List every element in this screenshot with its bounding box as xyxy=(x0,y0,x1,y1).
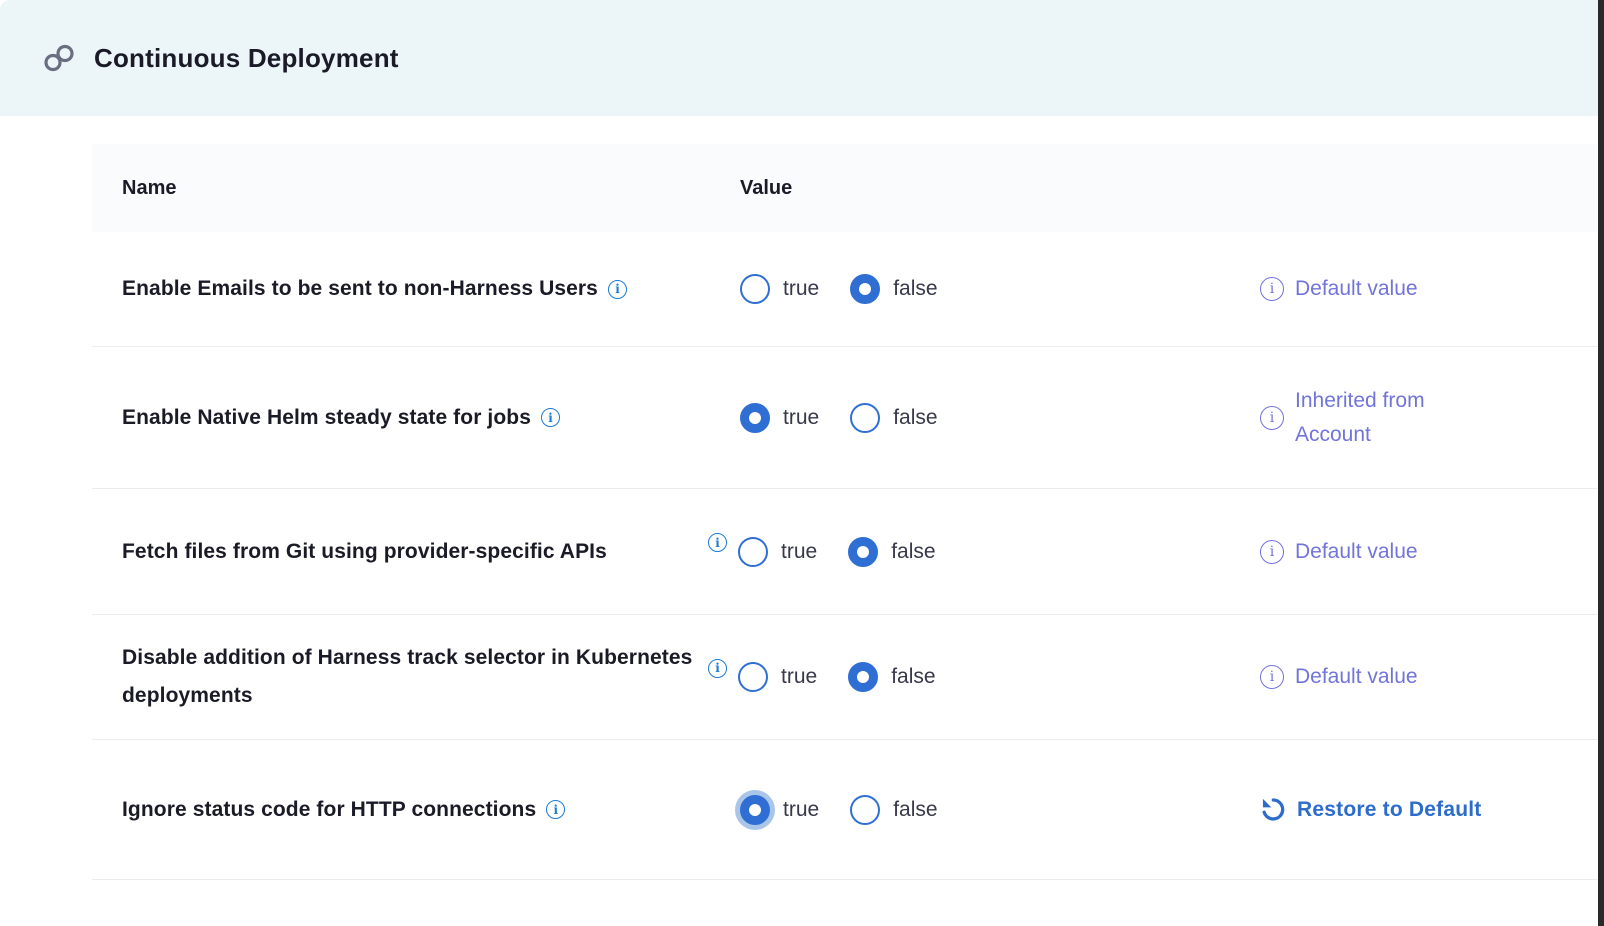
setting-value-cell: true false xyxy=(740,274,1252,304)
setting-value-cell: true false xyxy=(740,795,1252,825)
info-icon[interactable]: i xyxy=(1260,277,1284,301)
info-icon[interactable]: i xyxy=(1260,406,1284,430)
section-header: Continuous Deployment xyxy=(0,0,1604,116)
restore-label: Restore to Default xyxy=(1297,798,1481,822)
status-text: Default value xyxy=(1295,660,1418,694)
status-text: Default value xyxy=(1295,535,1418,569)
setting-name-cell: Enable Emails to be sent to non-Harness … xyxy=(92,270,740,308)
setting-label: Enable Emails to be sent to non-Harness … xyxy=(122,270,598,308)
restore-to-default-button[interactable]: Restore to Default xyxy=(1260,796,1481,823)
info-icon[interactable]: i xyxy=(708,533,727,552)
radio-true[interactable] xyxy=(738,662,768,692)
setting-name-cell: Disable addition of Harness track select… xyxy=(92,639,740,715)
radio-true-label[interactable]: true xyxy=(781,540,817,564)
info-icon[interactable]: i xyxy=(608,280,627,299)
setting-name-cell: Ignore status code for HTTP connections … xyxy=(92,791,740,829)
radio-false-label[interactable]: false xyxy=(893,798,937,822)
radio-true-label[interactable]: true xyxy=(783,798,819,822)
radio-false[interactable] xyxy=(848,537,878,567)
setting-name-cell: Enable Native Helm steady state for jobs… xyxy=(92,399,740,437)
radio-false[interactable] xyxy=(850,274,880,304)
settings-row: Enable Emails to be sent to non-Harness … xyxy=(92,232,1597,347)
setting-value-cell: true false xyxy=(740,403,1252,433)
info-icon[interactable]: i xyxy=(708,659,727,678)
column-header-value: Value xyxy=(740,177,1597,200)
radio-false[interactable] xyxy=(850,403,880,433)
setting-status-cell: i Inherited from Account xyxy=(1252,384,1597,452)
radio-true[interactable] xyxy=(738,537,768,567)
settings-row: Fetch files from Git using provider-spec… xyxy=(92,489,1597,615)
info-icon[interactable]: i xyxy=(1260,665,1284,689)
radio-false-label[interactable]: false xyxy=(891,665,935,689)
radio-true[interactable] xyxy=(740,795,770,825)
settings-row: Enable Native Helm steady state for jobs… xyxy=(92,347,1597,489)
setting-value-cell: i true false xyxy=(740,537,1252,567)
radio-false-label[interactable]: false xyxy=(893,406,937,430)
status-text: Inherited from Account xyxy=(1295,384,1495,452)
page-title: Continuous Deployment xyxy=(94,43,399,74)
settings-row: Disable addition of Harness track select… xyxy=(92,615,1597,740)
radio-false-label[interactable]: false xyxy=(893,277,937,301)
setting-label: Enable Native Helm steady state for jobs xyxy=(122,399,531,437)
radio-false[interactable] xyxy=(848,662,878,692)
setting-status-cell: i Default value xyxy=(1252,272,1597,306)
info-icon[interactable]: i xyxy=(541,408,560,427)
info-icon[interactable]: i xyxy=(546,800,565,819)
settings-row: Ignore status code for HTTP connections … xyxy=(92,740,1597,880)
status-text: Default value xyxy=(1295,272,1418,306)
restore-icon xyxy=(1260,796,1287,823)
setting-status-cell: Restore to Default xyxy=(1252,796,1597,823)
radio-true[interactable] xyxy=(740,274,770,304)
setting-status-cell: i Default value xyxy=(1252,660,1597,694)
setting-label: Ignore status code for HTTP connections xyxy=(122,791,536,829)
setting-status-cell: i Default value xyxy=(1252,535,1597,569)
radio-false-label[interactable]: false xyxy=(891,540,935,564)
setting-value-cell: i true false xyxy=(740,662,1252,692)
column-header-name: Name xyxy=(122,177,740,200)
setting-label: Fetch files from Git using provider-spec… xyxy=(122,533,607,571)
radio-true-label[interactable]: true xyxy=(781,665,817,689)
radio-true-label[interactable]: true xyxy=(783,406,819,430)
settings-table: Name Value Enable Emails to be sent to n… xyxy=(92,144,1597,880)
radio-true-label[interactable]: true xyxy=(783,277,819,301)
radio-false[interactable] xyxy=(850,795,880,825)
setting-name-cell: Fetch files from Git using provider-spec… xyxy=(92,533,740,571)
window-edge xyxy=(1598,0,1604,926)
info-icon[interactable]: i xyxy=(1260,540,1284,564)
setting-label: Disable addition of Harness track select… xyxy=(122,639,702,715)
radio-true[interactable] xyxy=(740,403,770,433)
table-header-row: Name Value xyxy=(92,144,1597,232)
link-icon[interactable] xyxy=(40,41,78,75)
